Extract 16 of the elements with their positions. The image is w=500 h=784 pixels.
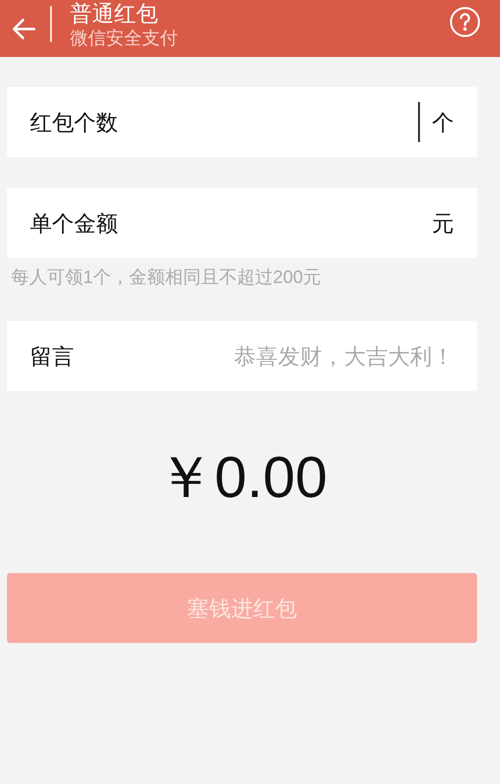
message-input[interactable]: 恭喜发财，大吉大利！ — [154, 340, 454, 372]
input-field[interactable]: 红包个数 个 — [7, 87, 477, 157]
message-field[interactable]: 留言 恭喜发财，大吉大利！ — [7, 321, 477, 391]
page-title: 普通红包 — [70, 2, 159, 26]
field-label: 红包个数 — [30, 108, 118, 136]
help-icon — [459, 12, 471, 30]
field-label: 留言 — [30, 342, 74, 370]
help-button[interactable] — [450, 6, 480, 36]
unit-label: 元 — [432, 210, 454, 238]
back-arrow-icon — [12, 18, 36, 40]
input-field[interactable]: 单个金额 元 — [7, 188, 477, 258]
page-subtitle: 微信安全支付 — [70, 27, 178, 49]
unit-label: 个 — [432, 108, 454, 136]
field-label: 单个金额 — [30, 210, 118, 238]
hint-text: 每人可领1个，金额相同且不超过200元 — [11, 266, 322, 289]
amount-text: ￥0.00 — [156, 449, 328, 507]
